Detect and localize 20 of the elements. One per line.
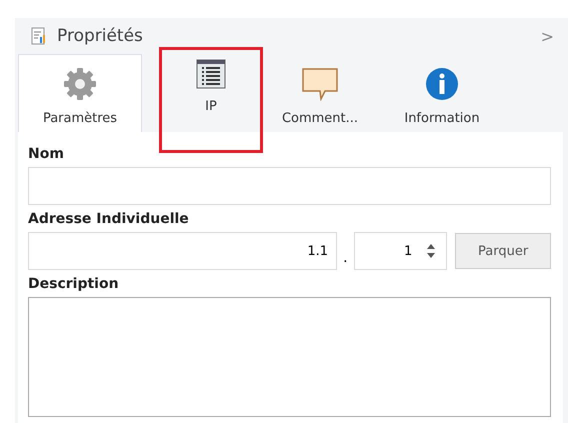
address-separator: .	[343, 250, 348, 268]
name-field[interactable]	[28, 167, 551, 205]
area-field[interactable]: 1.1	[28, 232, 338, 270]
panel-title: Propriétés	[57, 26, 143, 46]
tab[interactable]: Comment...	[260, 54, 380, 132]
field-label: Nom	[28, 146, 65, 162]
tab[interactable]: Information	[380, 54, 504, 132]
park-button[interactable]: Parquer	[455, 233, 552, 269]
field-label: Description	[28, 276, 120, 292]
spinner-arrows-icon[interactable]	[426, 243, 436, 259]
field-label: Adresse Individuelle	[28, 211, 190, 227]
list-window-icon	[196, 59, 226, 89]
tab[interactable]: Paramètres	[18, 54, 142, 132]
info-icon	[425, 67, 459, 101]
device-spinner[interactable]: 1	[354, 232, 448, 270]
speech-bubble-icon	[301, 67, 339, 101]
gear-icon	[63, 67, 97, 101]
properties-icon	[31, 27, 47, 45]
description-field[interactable]	[28, 297, 551, 417]
tab[interactable]: IP	[162, 50, 260, 150]
